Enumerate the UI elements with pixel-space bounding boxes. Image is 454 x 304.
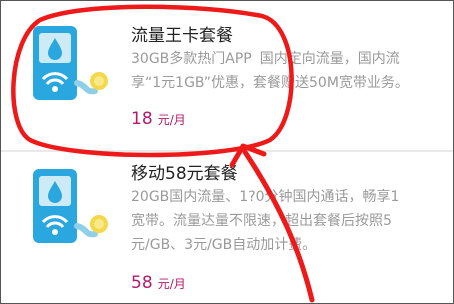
plan-list: 流量王卡套餐 30GB多款热门APP 国内定向流量，国内流 享“1元1GB”优惠，…: [0, 0, 454, 304]
price-value: 18: [131, 109, 153, 129]
desc-line: 20GB国内流量、: [131, 189, 240, 205]
plan-description: 20GB国内流量、1?0分钟国内通话，畅享1 宽带。流量达量不限速，超出套餐后按…: [131, 185, 449, 257]
plan-description: 30GB多款热门APP 国内定向流量，国内流 享“1元1GB”优惠，套餐赠送50M…: [131, 47, 449, 95]
price-value: 58: [131, 273, 153, 293]
plan-price: 18 元/月: [131, 109, 186, 129]
plan-card-58[interactable]: 移动58元套餐 20GB国内流量、1?0分钟国内通话，畅享1 宽带。流量达量不限…: [1, 152, 453, 303]
desc-line: 享“1元1GB”优惠，套餐赠送50M宽带业务。: [131, 75, 409, 91]
price-unit: 元/月: [157, 277, 186, 291]
desc-line: 元/GB、3元/GB自动加计费。: [131, 237, 317, 253]
plan-price: 58 元/月: [131, 273, 186, 293]
plan-title: 流量王卡套餐: [131, 26, 233, 46]
price-unit: 元/月: [157, 113, 186, 127]
sim-card-wifi-icon: [33, 26, 108, 100]
plan-card-wangka[interactable]: 流量王卡套餐 30GB多款热门APP 国内定向流量，国内流 享“1元1GB”优惠，…: [1, 1, 453, 151]
desc-line: 宽带。流量达量不限速，超出套餐后按照5: [131, 213, 392, 229]
plan-title: 移动58元套餐: [131, 164, 238, 184]
desc-line: 国内定向流量，国内流: [259, 51, 400, 67]
desc-line: 1?0分钟国内通话，畅享1: [239, 189, 400, 205]
sim-card-wifi-icon: [33, 169, 108, 243]
desc-line: 30GB多款热门APP: [131, 51, 252, 67]
